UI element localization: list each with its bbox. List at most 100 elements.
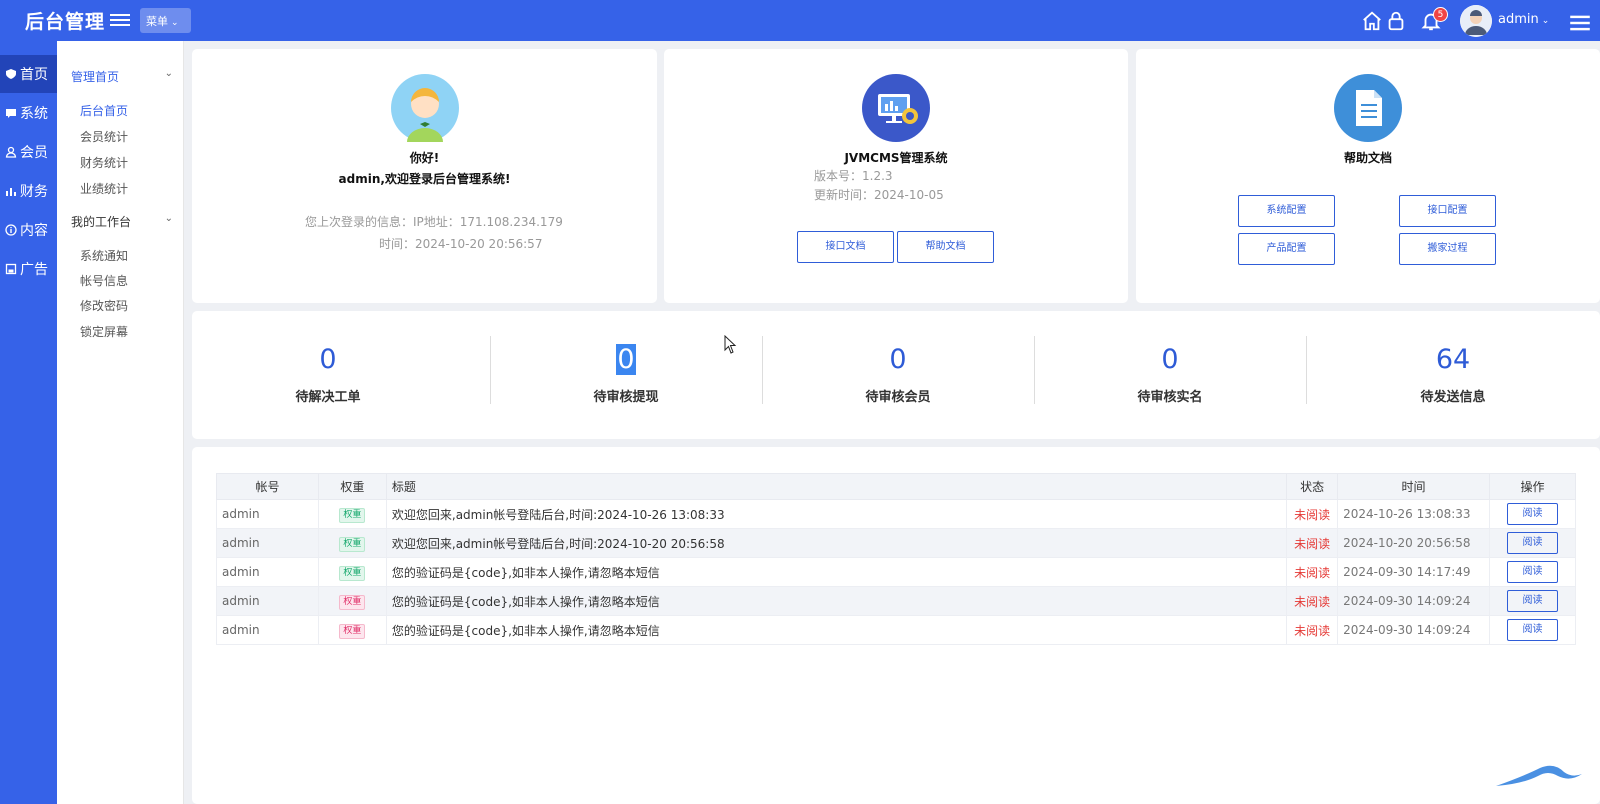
row-time: 2024-10-26 13:08:33 bbox=[1337, 499, 1490, 529]
avatar-illustration bbox=[391, 74, 459, 142]
help-docs-button[interactable]: 帮助文档 bbox=[897, 231, 994, 263]
stat-pending-members[interactable]: 0 待审核会员 bbox=[762, 311, 1034, 439]
api-docs-button[interactable]: 接口文档 bbox=[797, 231, 894, 263]
api-config-button[interactable]: 接口配置 bbox=[1399, 195, 1496, 227]
row-status: 未阅读 bbox=[1286, 499, 1339, 529]
mouse-cursor-icon bbox=[724, 335, 737, 354]
row-status: 未阅读 bbox=[1286, 615, 1339, 645]
weight-tag: 权重 bbox=[339, 507, 366, 523]
weight-tag: 权重 bbox=[339, 594, 366, 610]
user-avatar[interactable] bbox=[1460, 5, 1492, 37]
main-nav: 首页 系统 会员 财务 内容 广告 bbox=[0, 41, 57, 804]
submenu-item-member-stats[interactable]: 会员统计 bbox=[80, 128, 128, 145]
bell-icon[interactable]: 5 bbox=[1420, 7, 1448, 32]
col-account: 帐号 bbox=[216, 473, 319, 500]
col-action: 操作 bbox=[1488, 473, 1577, 500]
last-login-time: 时间：2024-10-20 20:56:57 bbox=[379, 237, 543, 251]
welcome-card: 你好! admin,欢迎登录后台管理系统! 您上次登录的信息：IP地址：171.… bbox=[192, 49, 657, 303]
monitor-icon bbox=[862, 74, 930, 142]
stat-value: 0 bbox=[616, 344, 636, 375]
stat-pending-withdrawals[interactable]: 0 待审核提现 bbox=[490, 311, 762, 439]
submenu-item-performance-stats[interactable]: 业绩统计 bbox=[80, 180, 128, 197]
system-info-card: JVMCMS管理系统 版本号：1.2.3 更新时间：2024-10-05 接口文… bbox=[664, 49, 1128, 303]
stat-value: 64 bbox=[1435, 344, 1471, 375]
submenu-group-dashboard[interactable]: 管理首页 ⌄ bbox=[71, 68, 181, 85]
stat-value: 0 bbox=[1161, 344, 1179, 375]
row-account: admin bbox=[216, 615, 319, 645]
system-version: 版本号：1.2.3 bbox=[814, 169, 893, 183]
read-button[interactable]: 阅读 bbox=[1506, 561, 1558, 583]
nav-finance-label: 财务 bbox=[20, 184, 48, 200]
col-title: 标题 bbox=[385, 473, 1288, 500]
submenu-item-notices[interactable]: 系统通知 bbox=[80, 247, 128, 264]
stat-pending-verification[interactable]: 0 待审核实名 bbox=[1034, 311, 1306, 439]
table-row: admin 权重 欢迎您回来,admin帐号登陆后台,时间:2024-10-20… bbox=[216, 528, 1577, 558]
col-status: 状态 bbox=[1286, 473, 1339, 500]
lock-icon[interactable] bbox=[1385, 10, 1407, 32]
top-bar: 后台管理 菜单 ⌄ 5 admin ⌄ bbox=[0, 0, 1600, 41]
home-icon[interactable] bbox=[1361, 10, 1383, 32]
nav-system[interactable]: 系统 bbox=[0, 94, 57, 132]
row-title: 欢迎您回来,admin帐号登陆后台,时间:2024-10-20 20:56:58 bbox=[385, 528, 1288, 558]
system-config-button[interactable]: 系统配置 bbox=[1238, 195, 1335, 227]
menu-toggle-icon[interactable] bbox=[110, 11, 130, 29]
table-row: admin 权重 您的验证码是{code},如非本人操作,请忽略本短信 未阅读 … bbox=[216, 557, 1577, 587]
notification-badge: 5 bbox=[1433, 7, 1448, 22]
submenu-item-account[interactable]: 帐号信息 bbox=[80, 272, 128, 289]
stat-value: 0 bbox=[889, 344, 907, 375]
submenu-item-home[interactable]: 后台首页 bbox=[80, 102, 128, 119]
row-account: admin bbox=[216, 528, 319, 558]
shield-icon bbox=[6, 69, 16, 79]
bar-chart-icon bbox=[6, 188, 16, 196]
help-title: 帮助文档 bbox=[1343, 151, 1392, 165]
user-icon bbox=[5, 146, 17, 158]
migration-button[interactable]: 搬家过程 bbox=[1399, 233, 1496, 265]
nav-ads-label: 广告 bbox=[20, 262, 48, 278]
read-button[interactable]: 阅读 bbox=[1506, 619, 1558, 641]
read-button[interactable]: 阅读 bbox=[1506, 503, 1558, 525]
nav-system-label: 系统 bbox=[20, 106, 48, 122]
product-config-button[interactable]: 产品配置 bbox=[1238, 233, 1335, 265]
chevron-down-icon: ⌄ bbox=[1541, 16, 1550, 26]
table-row: admin 权重 您的验证码是{code},如非本人操作,请忽略本短信 未阅读 … bbox=[216, 615, 1577, 645]
read-button[interactable]: 阅读 bbox=[1506, 590, 1558, 612]
stat-pending-tickets[interactable]: 0 待解决工单 bbox=[192, 311, 464, 439]
row-time: 2024-09-30 14:09:24 bbox=[1337, 586, 1490, 616]
help-card: 帮助文档 系统配置 接口配置 产品配置 搬家过程 bbox=[1136, 49, 1600, 303]
nav-home-label: 首页 bbox=[20, 67, 48, 83]
sub-menu: 管理首页 ⌄ 后台首页 会员统计 财务统计 业绩统计 我的工作台 ⌄ 系统通知 帐号… bbox=[57, 41, 184, 804]
row-title: 欢迎您回来,admin帐号登陆后台,时间:2024-10-26 13:08:33 bbox=[385, 499, 1288, 529]
user-name: admin bbox=[1498, 12, 1539, 27]
nav-member[interactable]: 会员 bbox=[0, 133, 57, 171]
submenu-item-password[interactable]: 修改密码 bbox=[80, 297, 128, 314]
weight-tag: 权重 bbox=[339, 536, 366, 552]
row-title: 您的验证码是{code},如非本人操作,请忽略本短信 bbox=[385, 557, 1288, 587]
chevron-down-icon: ⌄ bbox=[164, 68, 173, 79]
row-title: 您的验证码是{code},如非本人操作,请忽略本短信 bbox=[385, 586, 1288, 616]
submenu-group-workbench[interactable]: 我的工作台 ⌄ bbox=[71, 213, 181, 230]
more-menu-icon[interactable] bbox=[1569, 12, 1590, 31]
messages-table: 帐号 权重 标题 状态 时间 操作 admin 权重 欢迎您回来,admin帐号… bbox=[216, 473, 1577, 645]
nav-finance[interactable]: 财务 bbox=[0, 172, 57, 210]
submenu-item-lock-screen[interactable]: 锁定屏幕 bbox=[80, 323, 128, 340]
read-button[interactable]: 阅读 bbox=[1506, 532, 1558, 554]
nav-content[interactable]: 内容 bbox=[0, 211, 57, 249]
stat-label: 待审核实名 bbox=[1137, 390, 1203, 405]
weight-tag: 权重 bbox=[339, 565, 366, 581]
row-time: 2024-09-30 14:09:24 bbox=[1337, 615, 1490, 645]
nav-content-label: 内容 bbox=[20, 223, 48, 239]
menu-select[interactable]: 菜单 ⌄ bbox=[140, 8, 191, 33]
nav-ads[interactable]: 广告 bbox=[0, 250, 57, 288]
last-login-info: 您上次登录的信息：IP地址：171.108.234.179 bbox=[305, 215, 563, 229]
user-menu[interactable]: admin ⌄ bbox=[1498, 12, 1549, 27]
row-status: 未阅读 bbox=[1286, 586, 1339, 616]
col-time: 时间 bbox=[1337, 473, 1490, 500]
table-row: admin 权重 欢迎您回来,admin帐号登陆后台,时间:2024-10-26… bbox=[216, 499, 1577, 529]
welcome-message: admin,欢迎登录后台管理系统! bbox=[338, 172, 511, 186]
stats-card: 0 待解决工单 0 待审核提现 0 待审核会员 0 待审核实名 64 待发送信息 bbox=[192, 311, 1600, 439]
stat-pending-messages[interactable]: 64 待发送信息 bbox=[1306, 311, 1600, 439]
nav-home[interactable]: 首页 bbox=[0, 55, 57, 93]
submenu-item-finance-stats[interactable]: 财务统计 bbox=[80, 154, 128, 171]
message-icon bbox=[6, 109, 16, 118]
row-title: 您的验证码是{code},如非本人操作,请忽略本短信 bbox=[385, 615, 1288, 645]
